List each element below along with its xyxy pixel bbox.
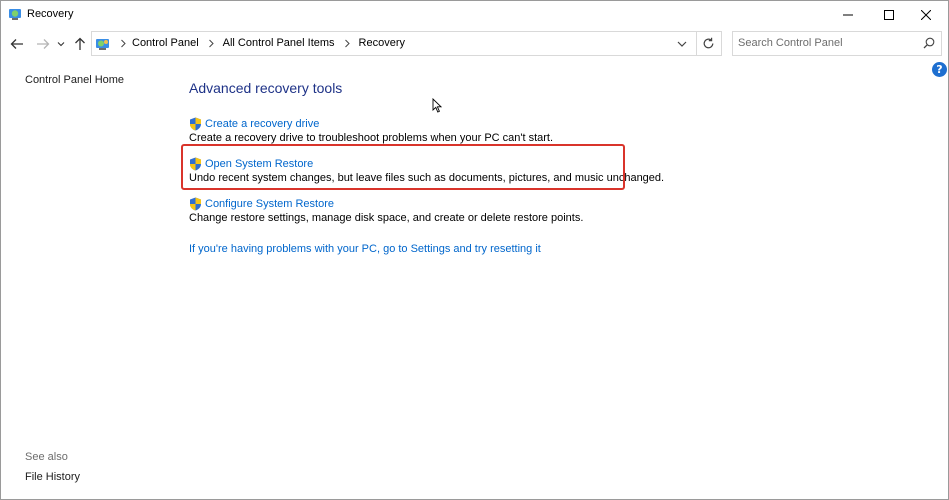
breadcrumb: Control Panel All Control Panel Items Re… [118,37,405,49]
breadcrumb-all-control-panel-items[interactable]: All Control Panel Items [223,37,335,49]
close-icon [921,10,931,20]
configure-system-restore-link[interactable]: Configure System Restore [205,198,334,210]
file-history-link[interactable]: File History [25,471,80,483]
breadcrumb-control-panel[interactable]: Control Panel [132,37,199,49]
task-configure-system-restore: Configure System Restore Change restore … [189,197,583,224]
window-title: Recovery [27,8,74,20]
maximize-icon [884,10,894,20]
page-title: Advanced recovery tools [189,80,343,96]
mouse-cursor-icon [432,98,442,113]
chevron-right-icon[interactable] [118,37,128,49]
uac-shield-icon [190,197,201,211]
search-icon[interactable] [923,37,935,49]
minimize-button[interactable] [826,1,870,29]
navigation-bar: Control Panel All Control Panel Items Re… [1,29,948,59]
forward-button[interactable] [34,35,52,53]
up-button[interactable] [71,35,89,53]
title-bar[interactable]: Recovery [1,1,948,29]
recovery-window: Recovery Control Panel All Control Panel… [0,0,949,500]
close-button[interactable] [904,1,948,29]
recent-dropdown-icon [57,42,65,47]
reset-pc-link[interactable]: If you're having problems with your PC, … [189,243,541,255]
chevron-down-icon[interactable] [676,38,688,50]
recovery-app-icon [9,9,21,20]
search-input[interactable] [738,35,918,51]
highlight-box [181,144,625,190]
forward-arrow-icon [37,39,50,49]
refresh-icon [703,37,714,49]
chevron-right-icon[interactable] [203,37,219,49]
uac-shield-icon [190,117,201,131]
control-panel-home-link[interactable]: Control Panel Home [25,74,124,86]
task-description: Create a recovery drive to troubleshoot … [189,132,554,144]
address-bar[interactable]: Control Panel All Control Panel Items Re… [91,31,697,56]
back-arrow-icon [10,39,23,49]
refresh-button[interactable] [696,31,722,56]
see-also-label: See also [25,451,68,463]
back-button[interactable] [8,35,26,53]
control-panel-icon [96,39,109,50]
task-description: Change restore settings, manage disk spa… [189,212,584,224]
help-icon[interactable]: ? [932,62,947,77]
chevron-right-icon[interactable] [339,37,355,49]
minimize-icon [843,14,853,16]
recent-locations-button[interactable] [55,35,67,53]
up-arrow-icon [75,37,85,50]
search-box[interactable] [732,31,942,56]
task-create-recovery-drive: Create a recovery drive Create a recover… [189,117,553,144]
breadcrumb-recovery[interactable]: Recovery [359,37,405,49]
create-recovery-drive-link[interactable]: Create a recovery drive [205,118,319,130]
